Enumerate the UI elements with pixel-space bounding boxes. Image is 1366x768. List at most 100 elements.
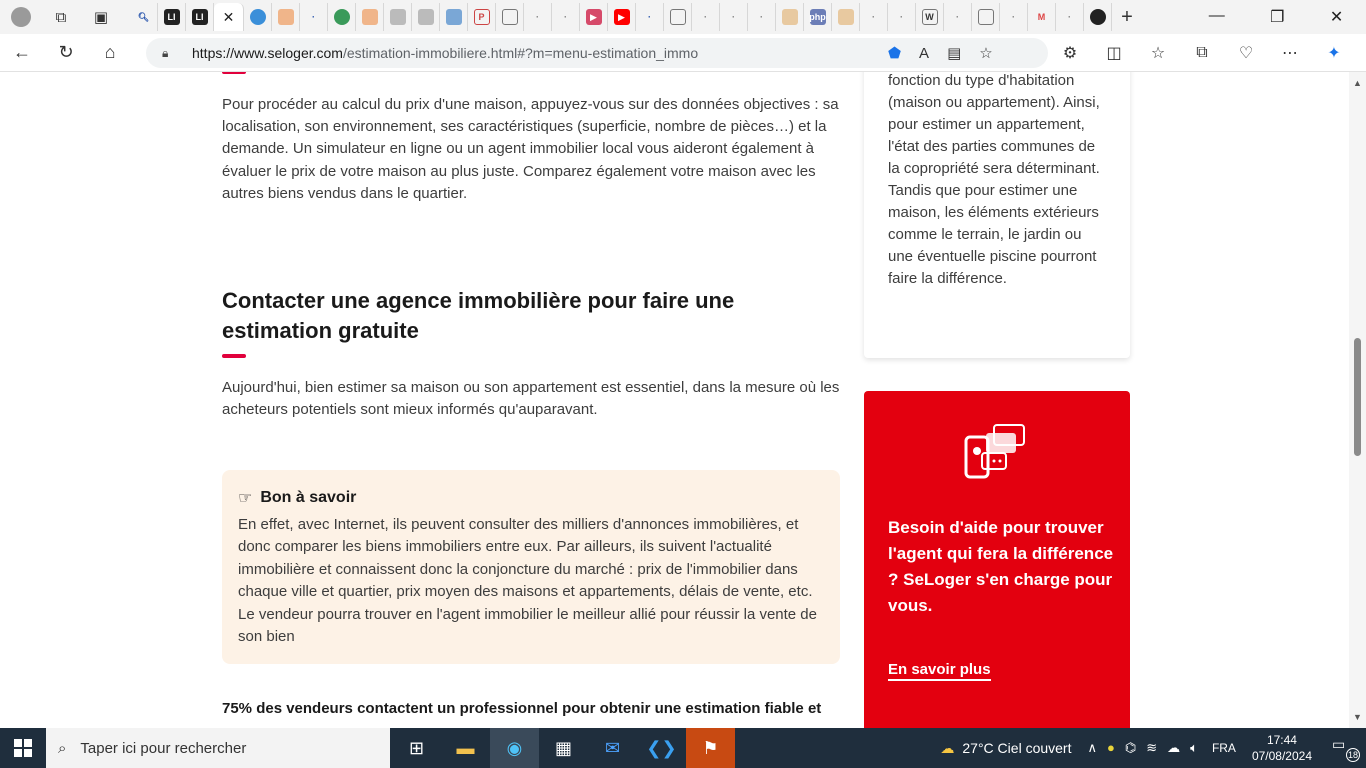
- profile-avatar[interactable]: [8, 4, 34, 30]
- scroll-up-icon[interactable]: ▲: [1353, 78, 1362, 88]
- tab-search-6[interactable]: ·: [692, 3, 720, 31]
- system-tray: ☁ 27°C Ciel couvert ∧ ● ⌬ ≋ ☁ 🔈︎ FRA 17:…: [940, 728, 1366, 768]
- tab-search-9[interactable]: ·: [860, 3, 888, 31]
- tab-search-11[interactable]: ·: [944, 3, 972, 31]
- tab-wikipedia[interactable]: W: [916, 3, 944, 31]
- tab-gmail[interactable]: M: [1028, 3, 1056, 31]
- immersive-reader-icon[interactable]: ▤: [947, 44, 961, 62]
- tab-globe[interactable]: [328, 3, 356, 31]
- scroll-down-icon[interactable]: ▼: [1353, 712, 1362, 722]
- shopping-icon[interactable]: ⬟: [888, 44, 901, 62]
- clock[interactable]: 17:44 07/08/2024: [1252, 732, 1312, 764]
- li-favicon: LI: [191, 9, 208, 25]
- tray-app-icon[interactable]: ●: [1107, 740, 1115, 756]
- lock-icon: 🔒︎: [162, 45, 169, 60]
- search-icon: ·: [956, 12, 959, 22]
- taskbar-apps: ⊞ ▬ ◉ ▦ ✉ ❮❯ ⚑: [392, 728, 735, 768]
- close-window-icon[interactable]: ✕: [1330, 7, 1343, 27]
- tab-image[interactable]: [272, 3, 300, 31]
- tip-body: En effet, avec Internet, ils peuvent con…: [238, 516, 817, 646]
- more-options-icon[interactable]: ⋯: [1280, 43, 1300, 63]
- avatar-icon: [11, 7, 31, 27]
- weather-widget[interactable]: ☁ 27°C Ciel couvert: [940, 740, 1071, 757]
- favorite-star-icon[interactable]: ☆: [979, 44, 992, 62]
- tab-edge[interactable]: [244, 3, 272, 31]
- youtube-favicon: ▶: [613, 9, 630, 25]
- tab-search-5[interactable]: ·: [636, 3, 664, 31]
- taskbar-search[interactable]: ⌕ Taper ici pour rechercher: [46, 728, 390, 768]
- store-icon[interactable]: ▦: [539, 728, 588, 768]
- tab-doc[interactable]: [384, 3, 412, 31]
- onedrive-icon[interactable]: ☁: [1167, 740, 1180, 756]
- network-icon[interactable]: ⌬: [1125, 740, 1136, 756]
- refresh-icon: ↻: [58, 42, 74, 62]
- new-tab-button[interactable]: +: [1112, 6, 1142, 29]
- tab-search-12[interactable]: ·: [1000, 3, 1028, 31]
- split-screen-icon[interactable]: ◫: [1104, 43, 1124, 63]
- extensions-icon[interactable]: ⚙: [1060, 43, 1080, 63]
- read-aloud-icon[interactable]: A: [919, 45, 929, 62]
- url-path: /estimation-immobiliere.html#?m=menu-est…: [342, 45, 699, 61]
- restore-icon[interactable]: ❐: [1270, 7, 1284, 27]
- tab-github[interactable]: [1084, 3, 1112, 31]
- tab-li-1[interactable]: LI: [158, 3, 186, 31]
- tab-search-3[interactable]: ·: [524, 3, 552, 31]
- copilot-icon[interactable]: ✦: [1324, 43, 1344, 63]
- tab-search-13[interactable]: ·: [1056, 3, 1084, 31]
- edge-browser-icon[interactable]: ◉: [490, 728, 539, 768]
- page-scrollbar[interactable]: ▲ ▼: [1349, 72, 1366, 728]
- volume-icon[interactable]: 🔈︎: [1190, 740, 1198, 756]
- workspaces-icon[interactable]: ⧉: [48, 4, 74, 30]
- language-indicator[interactable]: FRA: [1212, 741, 1236, 755]
- task-view-icon[interactable]: ⊞: [392, 728, 441, 768]
- tab-pma[interactable]: [776, 3, 804, 31]
- scroll-thumb[interactable]: [1354, 338, 1361, 456]
- back-button[interactable]: ←: [0, 34, 44, 72]
- minimize-icon[interactable]: —: [1209, 7, 1225, 27]
- heading-underline: [222, 354, 246, 358]
- collections-icon[interactable]: ⧉: [1192, 44, 1212, 62]
- tab-image-2[interactable]: [356, 3, 384, 31]
- tab-youtube[interactable]: ▶: [580, 3, 608, 31]
- vscode-icon[interactable]: ❮❯: [637, 728, 686, 768]
- tab-active-seloger[interactable]: ✕: [214, 3, 244, 31]
- mail-icon[interactable]: ✉: [588, 728, 637, 768]
- refresh-button[interactable]: ↻: [44, 34, 88, 72]
- tab-search-2[interactable]: ·: [300, 3, 328, 31]
- tab-monitor[interactable]: [440, 3, 468, 31]
- tab-ext[interactable]: [972, 3, 1000, 31]
- start-button[interactable]: [0, 728, 46, 768]
- search-icon: ·: [1012, 12, 1015, 22]
- app-icon[interactable]: ⚑: [686, 728, 735, 768]
- tab-page[interactable]: [664, 3, 692, 31]
- tab-doc-2[interactable]: [412, 3, 440, 31]
- tab-search-7[interactable]: ·: [720, 3, 748, 31]
- learn-more-link[interactable]: En savoir plus: [888, 661, 991, 681]
- search-icon: ·: [564, 12, 567, 22]
- tab-pma-2[interactable]: [832, 3, 860, 31]
- tab-youtube-2[interactable]: ▶: [608, 3, 636, 31]
- tab-search-4[interactable]: ·: [552, 3, 580, 31]
- tab-php[interactable]: php: [804, 3, 832, 31]
- pointing-hand-icon: ☞: [238, 490, 253, 507]
- close-tab-icon[interactable]: ✕: [223, 9, 235, 26]
- notification-center[interactable]: ▭ 18: [1332, 736, 1360, 762]
- performance-icon[interactable]: ♡: [1236, 43, 1256, 63]
- file-explorer-icon[interactable]: ▬: [441, 728, 490, 768]
- home-button[interactable]: ⌂: [88, 34, 132, 72]
- tray-icons: ∧ ● ⌬ ≋ ☁ 🔈︎: [1087, 740, 1197, 756]
- wifi-icon[interactable]: ≋: [1146, 740, 1157, 756]
- chevron-up-icon[interactable]: ∧: [1087, 740, 1097, 756]
- favorites-icon[interactable]: ☆: [1148, 43, 1168, 63]
- tab-actions-icon[interactable]: ▣: [88, 4, 114, 30]
- tab-grid[interactable]: [496, 3, 524, 31]
- search-icon: ·: [1068, 12, 1071, 22]
- tab-search[interactable]: 🔍︎: [130, 3, 158, 31]
- taskbar-search-placeholder: Taper ici pour rechercher: [80, 739, 247, 757]
- search-icon: ·: [704, 12, 707, 22]
- tab-pdf[interactable]: P: [468, 3, 496, 31]
- tab-li-2[interactable]: LI: [186, 3, 214, 31]
- tab-search-8[interactable]: ·: [748, 3, 776, 31]
- tab-search-10[interactable]: ·: [888, 3, 916, 31]
- tab-bar-left: ⧉ ▣: [0, 4, 130, 30]
